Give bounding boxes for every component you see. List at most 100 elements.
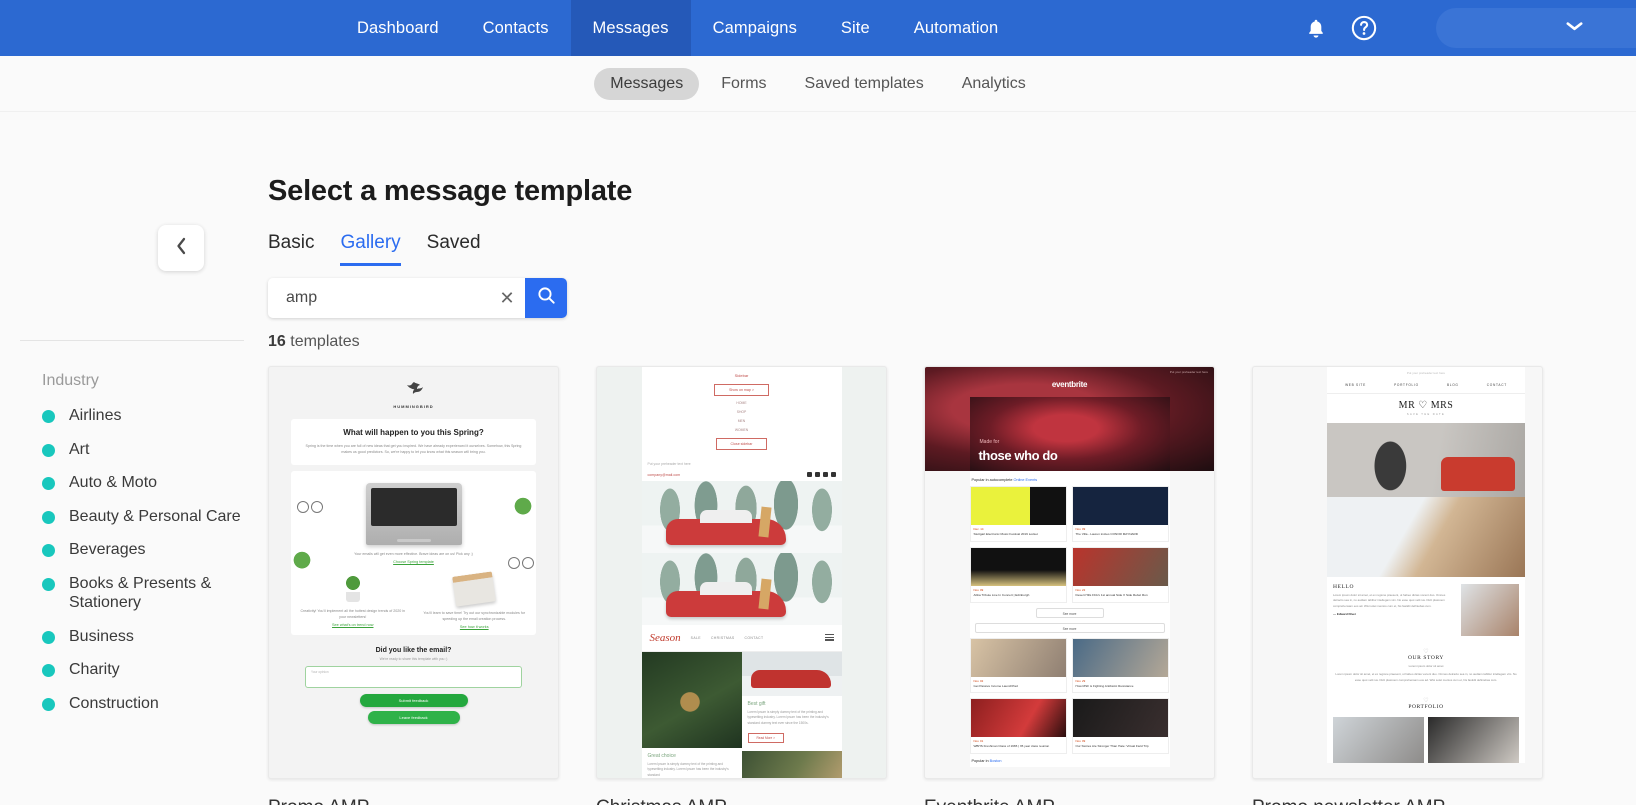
preview-col2-link[interactable]: See how it works [419,625,531,629]
preview-nav-item[interactable]: CONTACT [1487,383,1507,387]
industry-item-auto-moto[interactable]: Auto & Moto [42,473,242,493]
industry-item-books-presents-stationery[interactable]: Books & Presents & Stationery [42,574,242,613]
industry-item-art[interactable]: Art [42,440,242,460]
preview-popular-link[interactable]: Online Events [1014,478,1038,482]
industry-item-business[interactable]: Business [42,627,242,647]
account-menu-button[interactable] [1436,8,1636,48]
preview-nav-item[interactable]: CHRISTMAS [711,636,735,640]
subnav-item-analytics[interactable]: Analytics [946,68,1042,100]
preview-nav-item[interactable]: PORTFOLIO [1394,383,1419,387]
preview-menu-link[interactable]: MEN [642,419,842,423]
preview-popular-heading-2: Popular in Boston [970,754,1170,767]
search-input[interactable] [284,288,495,308]
template-preview[interactable]: Put your preheader text here WEB SITE PO… [1252,366,1543,779]
bullet-dot-icon [42,444,55,457]
preview-brand-text: MR ♡ MRS [1399,400,1454,411]
red-car-image [666,519,786,545]
event-card[interactable]: Nov. 02 Get Passive Income LaunchPad [970,638,1067,694]
hamburger-menu-icon[interactable] [825,634,834,643]
nav-item-dashboard[interactable]: Dashboard [335,0,461,56]
industry-item-beauty-personal-care[interactable]: Beauty & Personal Care [42,507,242,527]
template-card-promo-newsletter-amp[interactable]: Put your preheader text here WEB SITE PO… [1252,366,1543,805]
notifications-button[interactable] [1292,0,1340,56]
nav-item-campaigns[interactable]: Campaigns [691,0,819,56]
industry-item-construction[interactable]: Construction [42,694,242,714]
industry-item-charity[interactable]: Charity [42,660,242,680]
template-preview[interactable]: Sidebar Show on map > HOME SHOP MEN WOME… [596,366,887,779]
preview-nav-item[interactable]: CONTACT [745,636,764,640]
tab-basic[interactable]: Basic [268,232,314,266]
preview-hero-image-2 [642,553,842,625]
preview-submit-feedback-button[interactable]: Submit feedback [360,694,468,707]
preview-col1-link[interactable]: See what's on trend now [297,623,409,627]
see-more-button[interactable]: See more [1036,608,1104,618]
event-date: Nov. 29 [1076,679,1165,683]
preview-nav-item[interactable]: SALE [691,636,701,640]
nav-item-automation[interactable]: Automation [892,0,1020,56]
page-title: Select a message template [268,175,632,208]
event-card[interactable]: Nov. 09 The Villa - Lauren invites CONOR… [1072,486,1169,542]
bullet-dot-icon [42,664,55,677]
preview-popular-link[interactable]: Boston [990,759,1002,763]
event-card[interactable]: Nov. 09 Abba Tribute Live In Concert | E… [970,547,1067,603]
help-icon [1351,15,1377,41]
tab-gallery[interactable]: Gallery [340,232,400,266]
preview-close-sidebar-button[interactable]: Close sidebar [716,438,768,450]
nav-item-site[interactable]: Site [819,0,892,56]
potted-plant-icon [338,574,368,602]
template-card-eventbrite-amp[interactable]: Put your preheader text here eventbrite … [924,366,1215,805]
preview-menu-link[interactable]: SHOP [642,410,842,414]
preview-story-body: Lorem ipsum dolor sit amet, et ex region… [1335,672,1517,683]
event-card[interactable]: Nov. 22 Desert Hills FFA's 1st annual Si… [1072,547,1169,603]
preview-cta-link[interactable]: Choose Spring template [297,560,530,564]
industry-item-airlines[interactable]: Airlines [42,406,242,426]
subnav-item-messages[interactable]: Messages [594,68,699,100]
tab-saved[interactable]: Saved [427,232,481,266]
template-preview[interactable]: HUMMINGBIRD What will happen to you this… [268,366,559,779]
template-card-christmas-amp[interactable]: Sidebar Show on map > HOME SHOP MEN WOME… [596,366,887,805]
preview-brand: eventbrite [1052,380,1087,389]
preview-feedback-input[interactable]: Your opinion [305,666,522,688]
preview-menu-link[interactable]: WOMEN [642,428,842,432]
event-card[interactable]: Nov. 01 WBHS Freshman Class of 1965 | 35… [970,698,1067,754]
subnav-item-saved-templates[interactable]: Saved templates [789,68,940,100]
industry-item-label: Airlines [69,406,121,426]
template-name: Promo newsletter AMP [1252,797,1543,805]
template-preview[interactable]: Put your preheader text here eventbrite … [924,366,1215,779]
nav-item-label: Messages [593,19,669,38]
preview-hero-small-text: Made for [980,439,1000,445]
preview-nav-item[interactable]: WEB SITE [1345,383,1366,387]
industry-item-beverages[interactable]: Beverages [42,540,242,560]
back-button[interactable] [158,225,204,271]
nav-item-messages[interactable]: Messages [571,0,691,56]
see-more-button[interactable]: See more [975,623,1165,633]
template-card-promo-amp[interactable]: HUMMINGBIRD What will happen to you this… [268,366,559,805]
event-card[interactable]: Nov. 29 How MSF is Fighting Antibiotic R… [1072,638,1169,694]
preview-portfolio-title: PORTFOLIO [1335,704,1517,710]
preview-two-column: Creativity! You'll implement all the hot… [297,574,530,629]
main-content: Select a message template Basic Gallery … [268,112,1636,805]
preview-read-more-button[interactable]: Read More > [748,733,785,743]
notebook-icon [452,571,496,606]
preview-map-button[interactable]: Show on map > [714,384,769,396]
industry-item-label: Auto & Moto [69,473,157,493]
preview-menu-link[interactable]: HOME [642,401,842,405]
event-meta: Nov. 09 Abba Tribute Live In Concert | E… [971,586,1066,602]
topnav-links: Dashboard Contacts Messages Campaigns Si… [335,0,1020,56]
red-car-image [666,591,786,617]
results-count: 16 templates [268,333,360,351]
instagram-icon [831,472,836,477]
preview-leave-feedback-button[interactable]: Leave feedback [368,711,460,724]
clear-search-icon[interactable]: ✕ [495,286,519,310]
event-card[interactable]: Nov. 09 Our Stories Are Stronger Than Ha… [1072,698,1169,754]
help-button[interactable] [1340,0,1388,56]
event-card[interactable]: Dec. 14 Stuttgart Electronic Music Festi… [970,486,1067,542]
preview-nav-item[interactable]: BLOG [1447,383,1459,387]
search-submit-button[interactable] [525,278,567,318]
nav-item-contacts[interactable]: Contacts [461,0,571,56]
industry-item-label: Business [69,627,134,647]
portfolio-image-1 [1333,717,1424,763]
subnav-item-forms[interactable]: Forms [705,68,782,100]
sidebar-heading-industry: Industry [42,372,99,390]
preview-popular-label: Popular in autocomplete [972,478,1013,482]
